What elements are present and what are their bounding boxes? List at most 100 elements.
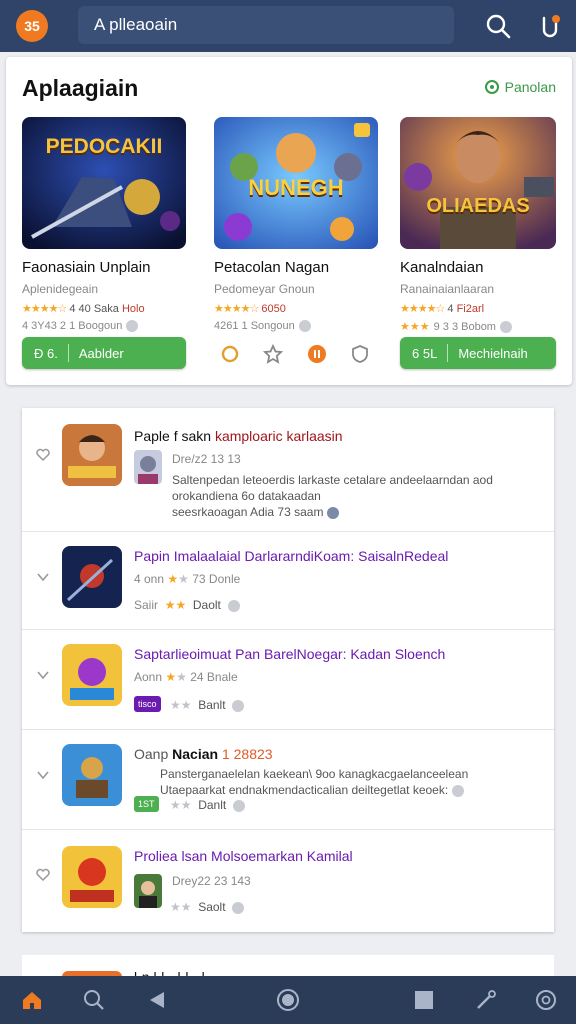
star-empty-icon: ★★ [170,798,192,812]
developer-avatar [134,450,162,484]
featured-link-label: Panolan [504,79,556,95]
star-rating-icon: ★★ [164,598,187,612]
app-title: Saptarlieoimuat Pan BarelNoegar: Kadan S… [134,646,446,662]
app-icon[interactable] [62,546,122,608]
app-title: Papin Imalaalaial DarlararndiKoam: Saisa… [134,548,449,564]
app-sub-label: Saolt [198,900,226,914]
heart-icon[interactable] [232,799,245,812]
info-icon[interactable] [451,784,464,797]
home-circle-icon[interactable] [276,988,300,1012]
app-sub-text: Saiir [134,598,159,612]
back-icon[interactable] [146,988,170,1012]
game-art-title: NUNEGH [248,175,344,200]
list-item[interactable]: Oanp Nacian 1 28823 Pansterganaelelan ka… [22,730,554,830]
rating-highlight: Holo [121,303,145,315]
game-artwork[interactable]: NUNEGH [214,117,378,249]
bottom-navigation [0,976,576,1024]
magic-wand-icon[interactable] [474,988,498,1012]
game-rating: ★★★★☆ 4 Fi2arl [400,302,556,315]
app-logo[interactable]: 35 [16,10,48,42]
settings-search-icon[interactable] [534,988,558,1012]
star-rating-icon: ★★★★☆ [400,303,445,315]
game-actions [220,343,370,365]
install-button[interactable]: Ð 6. Aablder [22,337,186,369]
game-rating: ★★★★☆ 6050 [214,302,378,315]
button-label: Mechielnaih [458,345,528,361]
app-description-text: seesrkaoagan Adia 73 saam [172,505,324,519]
search-icon[interactable] [484,12,512,40]
heart-icon[interactable] [36,448,50,462]
game-art-title: PEDOCAKII [45,135,163,158]
chevron-down-icon[interactable] [36,768,50,782]
refresh-icon[interactable] [220,344,240,364]
title-part: Paple f sakn [134,428,215,444]
app-icon[interactable] [62,644,122,706]
featured-game-card[interactable]: OLIAEDAS Kanalndaian Ranainaianlaaran ★★… [400,117,556,333]
rating-highlight: Fi2arl [456,303,485,315]
search-query-text: A plleaoain [94,15,178,34]
home-icon[interactable] [20,988,44,1012]
game-name: Faonasiain Unplain [22,259,151,276]
badge-icon[interactable] [307,344,327,364]
featured-see-all-link[interactable]: Panolan [484,79,556,95]
top-app-bar: 35 A plleaoain [0,0,576,52]
game-artwork[interactable]: OLIAEDAS [400,117,556,249]
star-rating-icon: ★★★★☆ [22,303,67,315]
app-sub: ★★ Banlt [170,698,245,712]
star-rating-icon: ★★★★☆ [214,303,259,315]
info-icon[interactable] [326,506,339,519]
app-icon[interactable] [62,744,122,806]
search-icon[interactable] [82,988,106,1012]
star-empty-icon: ★★ [170,900,192,914]
app-description: Pansterganaelelan kaekean\ 9oo kanagkacg… [160,767,469,781]
chevron-down-icon[interactable] [36,570,50,584]
rating-text: 4 [447,303,454,315]
heart-icon[interactable] [227,599,240,612]
app-sub: ★★ Danlt [170,798,245,812]
star-empty-icon: ★ [176,670,187,684]
game-rating: ★★★★☆ 4 40 Saka Holo [22,302,186,315]
featured-section: Aplaagiain Panolan PEDOCAKII Faonasiain … [6,57,572,385]
featured-game-card[interactable]: NUNEGH Petacolan Nagan Pedomeyar Gnoun ★… [214,117,378,332]
game-developer: Ranainaianlaaran [400,282,495,296]
list-item[interactable]: Proliea lsan Molsoemarkan Kamilal Drey22… [22,830,554,932]
notification-bell-icon[interactable] [536,12,564,40]
game-meta: ★★★ 9 3 3 Bobom [400,320,556,333]
app-icon[interactable] [62,846,122,908]
heart-icon[interactable] [36,868,50,882]
game-artwork[interactable]: PEDOCAKII [22,117,186,249]
game-meta: 4261 1 Songoun [214,320,378,332]
recents-icon[interactable] [412,988,436,1012]
game-developer: Pedomeyar Gnoun [214,282,315,296]
divider [447,344,449,362]
title-part: Oanp [134,746,173,762]
chevron-down-icon[interactable] [36,668,50,682]
info-icon[interactable] [126,320,139,332]
star-rating-icon: ★★★ [400,321,430,333]
info-icon[interactable] [298,320,311,332]
shield-icon[interactable] [350,344,370,364]
app-description: seesrkaoagan Adia 73 saam [172,504,339,520]
app-rating: Aonn ★★ 24 Bnale [134,670,238,684]
rating-highlight: 6050 [261,303,286,315]
list-item[interactable]: Paple f sakn kamploaric karlaasin Dre/z2… [22,408,554,532]
game-developer: Aplenidegeain [22,282,99,296]
star-icon[interactable] [263,343,284,364]
search-bar[interactable]: A plleaoain [78,6,454,44]
install-button[interactable]: 6 5L Mechielnaih [400,337,556,369]
app-badge: tisco [134,696,161,712]
heart-icon[interactable] [232,699,245,712]
app-sub: ★★ Saolt [170,900,245,914]
app-sub: Saiir ★★ Daolt [134,598,240,612]
list-item[interactable]: Saptarlieoimuat Pan BarelNoegar: Kadan S… [22,630,554,730]
app-description: Saltenpedan leteoerdis larkaste cetalare… [172,473,493,487]
app-meta: Dre/z2 13 13 [172,452,241,466]
title-highlight: kamploaric karlaasin [214,428,343,444]
rating-count: 4 onn [134,572,165,586]
featured-game-card[interactable]: PEDOCAKII Faonasiain Unplain Aplenidegea… [22,117,186,332]
list-item[interactable]: Papin Imalaalaial DarlararndiKoam: Saisa… [22,532,554,630]
heart-icon[interactable] [232,901,245,914]
app-icon[interactable] [62,424,122,486]
developer-avatar [134,874,162,908]
info-icon[interactable] [499,320,512,333]
